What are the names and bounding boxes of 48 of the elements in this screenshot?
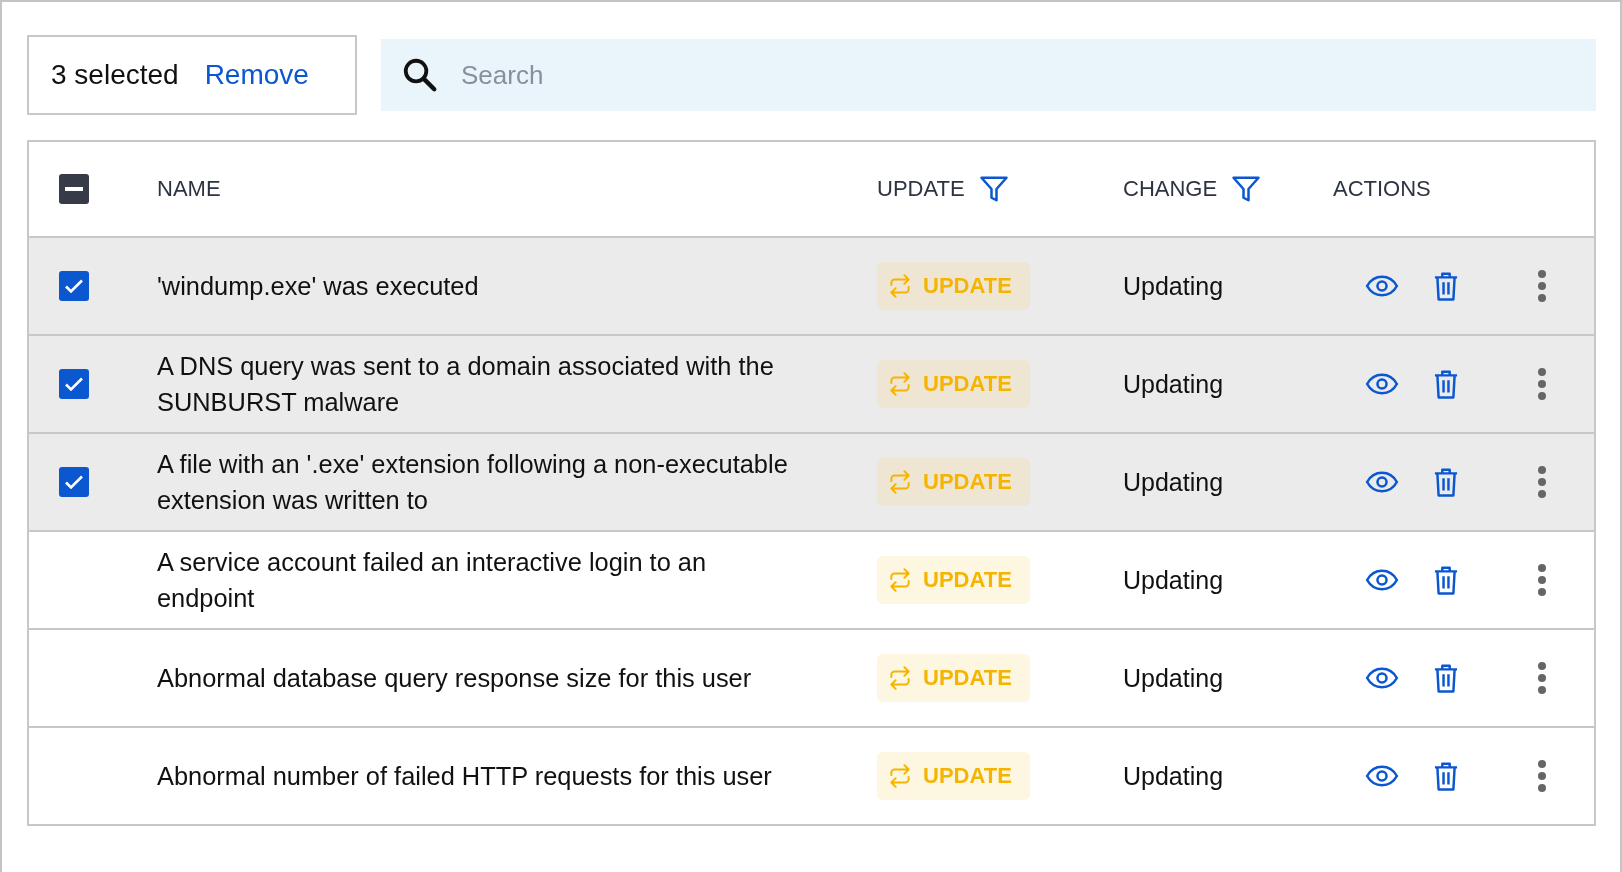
row-checkbox[interactable] (59, 271, 89, 301)
rule-name: Abnormal number of failed HTTP requests for this user (157, 761, 773, 792)
change-status: Updating (1123, 467, 1224, 497)
search-field[interactable]: Search (381, 39, 1596, 111)
column-header: ACTIONS (1333, 176, 1431, 202)
rule-name: A DNS query was sent to a domain associated with the SUNBURST malware (157, 351, 775, 418)
remove-link[interactable]: Remove (204, 59, 309, 91)
row-checkbox[interactable] (59, 467, 89, 497)
update-badge: UPDATE (877, 458, 1030, 506)
table-row[interactable]: A DNS query was sent to a domain associated with the SUNBURST malware UPDATE Updating (29, 336, 1594, 434)
rule-name: Abnormal database query response size for this user (157, 663, 753, 694)
repeat-icon (887, 371, 913, 397)
update-badge: UPDATE (877, 360, 1030, 408)
more-icon[interactable] (1537, 269, 1547, 303)
rule-name: A file with an '.exe' extension following a non-executable extension was written to (157, 449, 789, 516)
rule-name: A service account failed an interactive login to an endpoint (157, 547, 708, 614)
column-header: UPDATE (877, 176, 965, 202)
more-icon[interactable] (1537, 563, 1547, 597)
change-status: Updating (1123, 663, 1224, 693)
select-all-checkbox[interactable] (59, 174, 89, 204)
repeat-icon (887, 273, 913, 299)
change-status: Updating (1123, 565, 1224, 595)
repeat-icon (887, 665, 913, 691)
repeat-icon (887, 469, 913, 495)
search-icon (401, 56, 439, 94)
update-badge: UPDATE (877, 752, 1030, 800)
filter-icon[interactable] (1231, 174, 1262, 204)
repeat-icon (887, 567, 913, 593)
change-status: Updating (1123, 761, 1224, 791)
change-status: Updating (1123, 271, 1224, 301)
table-row[interactable]: A file with an '.exe' extension following a non-executable extension was written to UPDATE Updating (29, 434, 1594, 532)
rule-name: 'windump.exe' was executed (157, 271, 480, 302)
selected-count: 3 selected (51, 59, 179, 91)
update-badge: UPDATE (877, 262, 1030, 310)
search-input[interactable]: Search (459, 58, 1596, 92)
column-header: NAME (157, 176, 221, 202)
update-badge: UPDATE (877, 556, 1030, 604)
column-header: CHANGE (1123, 176, 1218, 202)
update-badge: UPDATE (877, 654, 1030, 702)
table-row[interactable]: 'windump.exe' was executed UPDATE Updating (29, 238, 1594, 336)
row-checkbox[interactable] (59, 369, 89, 399)
change-status: Updating (1123, 369, 1224, 399)
repeat-icon (887, 763, 913, 789)
filter-icon[interactable] (978, 174, 1009, 204)
more-icon[interactable] (1537, 759, 1547, 793)
more-icon[interactable] (1537, 465, 1547, 499)
more-icon[interactable] (1537, 367, 1547, 401)
more-icon[interactable] (1537, 661, 1547, 695)
